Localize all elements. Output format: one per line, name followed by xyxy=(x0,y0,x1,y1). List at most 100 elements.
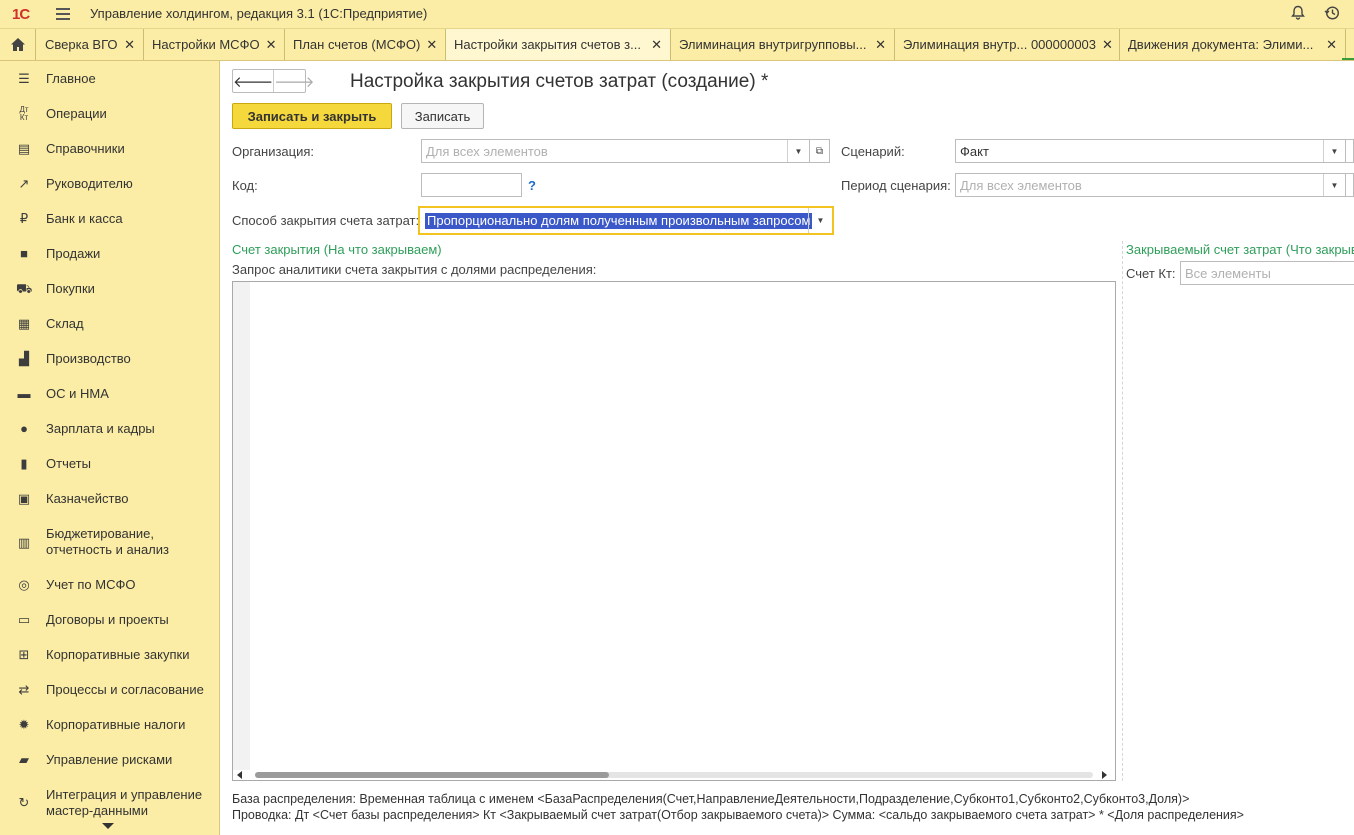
sidebar-item-integration[interactable]: ↻ Интеграция и управление мастер-данными xyxy=(0,787,219,823)
open-icon[interactable] xyxy=(1346,139,1354,163)
tab-msfo-settings[interactable]: Настройки МСФО ✕ xyxy=(144,29,285,60)
home-icon[interactable] xyxy=(0,29,36,60)
back-arrow-icon[interactable]: 🡐 xyxy=(233,70,275,92)
sidebar-item-references[interactable]: ▤ Справочники xyxy=(0,141,219,161)
sidebar-item-label: Продажи xyxy=(46,246,101,261)
sidebar-item-payroll[interactable]: ● Зарплата и кадры xyxy=(0,421,219,441)
account-kt-field[interactable]: Все элементы xyxy=(1180,261,1354,285)
tab-closing-settings[interactable]: Настройки закрытия счетов з... ✕ xyxy=(446,29,671,60)
app-title: Управление холдингом, редакция 3.1 (1С:П… xyxy=(90,6,428,21)
sidebar-item-label: Операции xyxy=(46,106,107,121)
sidebar-item-contracts[interactable]: ▭ Договоры и проекты xyxy=(0,612,219,632)
sidebar-item-label: Управление рисками xyxy=(46,752,173,767)
close-icon[interactable]: ✕ xyxy=(426,37,437,53)
sidebar-item-risks[interactable]: ▰ Управление рисками xyxy=(0,752,219,772)
save-button[interactable]: Записать xyxy=(401,103,484,129)
account-kt-label: Счет Кт: xyxy=(1126,266,1176,281)
tab-elimination-1[interactable]: Элиминация внутригрупповы... ✕ xyxy=(671,29,895,60)
close-icon[interactable]: ✕ xyxy=(266,37,277,53)
forward-arrow-icon[interactable]: 🡒 xyxy=(274,70,314,92)
books-icon: ▤ xyxy=(17,141,31,156)
scroll-thumb[interactable] xyxy=(255,772,609,778)
tabs-more[interactable] xyxy=(1342,29,1354,60)
close-icon[interactable]: ✕ xyxy=(875,37,886,53)
sidebar-item-label: ОС и НМА xyxy=(46,386,109,401)
chevron-down-icon[interactable]: ▼ xyxy=(1323,174,1345,196)
dt-kt-icon: Дт Кт xyxy=(19,105,29,122)
open-icon[interactable] xyxy=(1346,173,1354,197)
menu-icon: ☰ xyxy=(18,71,30,86)
sidebar-item-treasury[interactable]: ▣ Казначейство xyxy=(0,491,219,511)
code-field[interactable] xyxy=(421,173,522,197)
close-icon[interactable]: ✕ xyxy=(124,37,135,53)
person-icon: ● xyxy=(20,421,28,436)
process-icon: ⇄ xyxy=(18,682,30,697)
close-icon[interactable]: ✕ xyxy=(1102,37,1113,53)
sidebar-item-label: Интеграция и управление мастер-данными xyxy=(46,787,203,818)
main-menu-icon[interactable] xyxy=(56,8,70,20)
sidebar-item-operations[interactable]: Дт Кт Операции xyxy=(0,106,219,126)
line-gutter xyxy=(233,282,250,772)
scroll-down-icon[interactable] xyxy=(102,823,114,829)
method-select[interactable]: Пропорционально долям полученным произво… xyxy=(418,206,834,235)
open-icon[interactable]: ⧉ xyxy=(810,139,830,163)
close-icon[interactable]: ✕ xyxy=(1326,37,1337,53)
tab-document-movements[interactable]: Движения документа: Элими... ✕ xyxy=(1120,29,1346,60)
sidebar-item-purchases[interactable]: ⛟ Покупки xyxy=(0,281,219,301)
distribution-base-note: База распределения: Временная таблица с … xyxy=(232,792,1190,806)
title-bar: 1С Управление холдингом, редакция 3.1 (1… xyxy=(0,0,1354,29)
sidebar-item-main[interactable]: ☰ Главное xyxy=(0,71,219,91)
bell-icon[interactable] xyxy=(1289,5,1307,23)
chevron-down-icon[interactable]: ▼ xyxy=(1323,140,1345,162)
sidebar-item-budgeting[interactable]: ▥ Бюджетирование, отчетность и анализ xyxy=(0,526,219,562)
close-icon[interactable]: ✕ xyxy=(651,37,662,53)
chevron-down-icon[interactable]: ▼ xyxy=(808,208,832,233)
sidebar-item-sales[interactable]: ■ Продажи xyxy=(0,246,219,266)
tab-chart-of-accounts[interactable]: План счетов (МСФО) ✕ xyxy=(285,29,446,60)
scenario-period-field[interactable]: Для всех элементов ▼ xyxy=(955,173,1346,197)
sidebar-item-reports[interactable]: ▮ Отчеты xyxy=(0,456,219,476)
factory-icon: ▟ xyxy=(19,351,29,366)
trend-icon: ↗ xyxy=(18,176,30,191)
scroll-track[interactable] xyxy=(255,772,1093,778)
app-logo: 1С xyxy=(12,6,30,23)
tab-vgo[interactable]: Сверка ВГО ✕ xyxy=(37,29,144,60)
sidebar-item-assets[interactable]: ▬ ОС и НМА xyxy=(0,386,219,406)
tab-label: Элиминация внутригрупповы... xyxy=(679,37,867,52)
query-editor[interactable] xyxy=(232,281,1116,781)
sidebar-item-bank[interactable]: ₽ Банк и касса xyxy=(0,211,219,231)
sync-icon: ↻ xyxy=(18,795,30,810)
sidebar-item-production[interactable]: ▟ Производство xyxy=(0,351,219,371)
tab-label: Настройки МСФО xyxy=(152,37,260,52)
scenario-period-placeholder: Для всех элементов xyxy=(960,177,1082,193)
scroll-right-icon[interactable] xyxy=(1102,771,1107,779)
organization-field[interactable]: Для всех элементов ▼ xyxy=(421,139,810,163)
sidebar-item-taxes[interactable]: ✹ Корпоративные налоги xyxy=(0,717,219,737)
closing-account-header: Счет закрытия (На что закрываем) xyxy=(232,242,442,257)
sidebar-item-label: Бюджетирование, отчетность и анализ xyxy=(46,526,169,557)
money-icon: ▣ xyxy=(17,491,31,506)
history-icon[interactable] xyxy=(1323,5,1341,23)
sidebar-item-procurement[interactable]: ⊞ Корпоративные закупки xyxy=(0,647,219,667)
scenario-field[interactable]: Факт ▼ xyxy=(955,139,1346,163)
sidebar-item-label: Корпоративные налоги xyxy=(46,717,186,732)
sidebar-item-label: Корпоративные закупки xyxy=(46,647,190,662)
sidebar-item-msfo[interactable]: ◎ Учет по МСФО xyxy=(0,577,219,597)
save-and-close-button[interactable]: Записать и закрыть xyxy=(232,103,392,129)
horizontal-scrollbar[interactable] xyxy=(233,770,1115,780)
method-value: Пропорционально долям полученным произво… xyxy=(425,213,813,229)
sidebar-item-label: Руководителю xyxy=(46,176,133,191)
scroll-left-icon[interactable] xyxy=(237,771,242,779)
sidebar-item-warehouse[interactable]: ▦ Склад xyxy=(0,316,219,336)
help-icon[interactable]: ? xyxy=(528,178,536,193)
chevron-down-icon[interactable]: ▼ xyxy=(787,140,809,162)
gear-icon: ✹ xyxy=(18,717,30,732)
sidebar-item-manager[interactable]: ↗ Руководителю xyxy=(0,176,219,196)
sidebar-item-label: Склад xyxy=(46,316,84,331)
tab-label: План счетов (МСФО) xyxy=(293,37,421,52)
tabs-bar: Сверка ВГО ✕ Настройки МСФО ✕ План счетов … xyxy=(0,29,1354,61)
sidebar-item-label: Процессы и согласование xyxy=(46,682,204,697)
tab-elimination-2[interactable]: Элиминация внутр... 000000003 ✕ xyxy=(895,29,1120,60)
sidebar-item-processes[interactable]: ⇄ Процессы и согласование xyxy=(0,682,219,702)
gift-icon: ⊞ xyxy=(18,647,30,662)
